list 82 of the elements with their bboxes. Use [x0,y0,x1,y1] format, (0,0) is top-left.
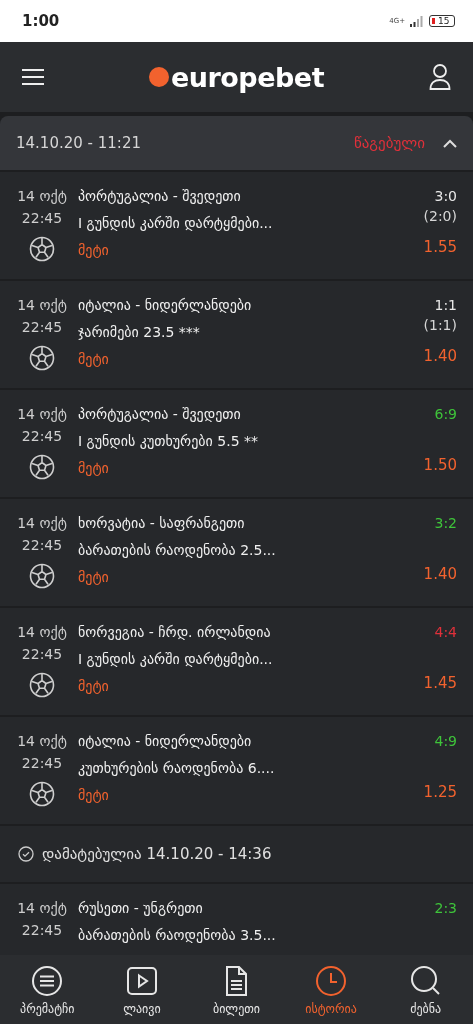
match-name: პორტუგალია - შვედეთი [78,187,242,206]
football-icon [29,454,55,480]
event-time: 22:45 [21,921,63,940]
football-icon [29,345,55,371]
event-time: 22:45 [21,536,63,555]
score: 1:1 [434,296,457,315]
menu-icon[interactable] [22,69,44,85]
bet-event-card[interactable]: 14 ოქტ 22:45 პორტუგალია - შვედეთი I გუნდის კუთხურები 5.5 ** მეტი 6:9 1.50 [0,390,473,499]
score: 6:9 [434,405,457,424]
nav-tab[interactable]: ძებნა [378,955,473,1024]
check-circle-icon [18,846,34,862]
bet-pick: მეტი [78,568,110,587]
market-name: I გუნდის კარში დარტყმები... [78,214,274,233]
event-date: 14 ოქტ [17,405,67,424]
football-icon [29,781,55,807]
event-date: 14 ოქტ [17,187,67,206]
clock-time: 1:00 [22,12,60,30]
bet-pick: მეტი [78,786,110,805]
market-name: ჯარიმები 23.5 *** [78,323,201,342]
market-name: ბარათების რაოდენობა 3.5... [78,926,277,945]
match-name: ხორვატია - საფრანგეთი [78,514,246,533]
bet-header[interactable]: 14.10.20 - 11:21 წაგებული [0,116,473,172]
bet-event-card[interactable]: 14 ოქტ 22:45 ნორვეგია - ჩრდ. ირლანდია I გუნდის კარში დარტყმები... მეტი 4:4 1.45 [0,608,473,717]
market-name: ბარათების რაოდენობა 2.5... [78,541,277,560]
event-date: 14 ოქტ [17,899,67,918]
event-date: 14 ოქტ [17,514,67,533]
score: 2:3 [434,899,457,918]
nav-tab[interactable]: პრემატჩი [0,955,95,1024]
event-time: 22:45 [21,209,63,228]
added-date: დამატებულია 14.10.20 - 14:36 [42,845,272,863]
event-time: 22:45 [21,645,63,664]
football-icon [29,563,55,589]
nav-tab[interactable]: ლაივი [94,955,190,1024]
score: 3:2 [434,514,457,533]
user-icon[interactable] [429,63,451,91]
logo[interactable]: europebet [148,61,325,93]
market-name: კუთხურების რაოდენობა 6.... [78,759,276,778]
match-name: ნორვეგია - ჩრდ. ირლანდია [78,623,272,642]
bet-pick: მეტი [78,677,110,696]
score: 3:0 [434,187,457,206]
list-icon [30,963,65,998]
bet-pick: მეტი [78,241,110,260]
score: 4:4 [434,623,457,642]
market-name: I გუნდის კარში დარტყმები... [78,650,274,669]
event-time: 22:45 [21,427,63,446]
match-name: იტალია - ნიდერლანდები [78,296,253,315]
football-icon [29,236,55,262]
odds: 1.40 [423,346,457,366]
match-name: იტალია - ნიდერლანდები [78,732,253,751]
halftime-score: (2:0) [423,207,457,226]
bet-pick: მეტი [78,350,110,369]
event-date: 14 ოქტ [17,296,67,315]
event-time: 22:45 [21,754,63,773]
signal-icon [410,15,424,27]
event-date: 14 ოქტ [17,623,67,642]
bet-status: წაგებული [353,134,425,152]
nav-tab[interactable]: ისტორია [283,955,379,1024]
football-icon [29,672,55,698]
bet-date: 14.10.20 - 11:21 [16,134,141,152]
bet-event-card[interactable]: 14 ოქტ 22:45 იტალია - ნიდერლანდები კუთხურების რაოდენობა 6.... მეტი 4:9 1.25 [0,717,473,826]
odds: 1.55 [423,237,457,257]
score: 4:9 [434,732,457,751]
match-name: პორტუგალია - შვედეთი [78,405,242,424]
battery-level: 15 [438,16,450,26]
bet-event-card[interactable]: 14 ოქტ 22:45 ხორვატია - საფრანგეთი ბარათების რაოდენობა 2.5... მეტი 3:2 1.40 [0,499,473,608]
odds: 1.40 [423,564,457,584]
bet-pick: მეტი [78,459,110,478]
dot-icon [148,67,169,87]
bet-event-card[interactable]: 14 ოქტ 22:45 რუსეთი - უნგრეთი ბარათების რაოდენობა 3.5... 2:3 [0,884,473,955]
nav-tab[interactable]: ბილეთი [189,955,284,1024]
odds: 1.25 [423,782,457,802]
bet-event-card[interactable]: 14 ოქტ 22:45 იტალია - ნიდერლანდები ჯარიმები 23.5 *** მეტი 1:1 (1:1) 1.40 [0,281,473,390]
match-name: რუსეთი - უნგრეთი [78,899,204,918]
clock-icon [314,963,349,998]
odds: 1.50 [423,455,457,475]
odds: 1.45 [423,673,457,693]
event-time: 22:45 [21,318,63,337]
market-name: I გუნდის კუთხურები 5.5 ** [78,432,259,451]
bet-event-card[interactable]: 14 ოქტ 22:45 პორტუგალია - შვედეთი I გუნდის კარში დარტყმები... მეტი 3:0 (2:0) 1.55 [0,172,473,281]
event-date: 14 ოქტ [17,732,67,751]
halftime-score: (1:1) [423,316,457,335]
chevron-icon[interactable] [443,138,457,148]
